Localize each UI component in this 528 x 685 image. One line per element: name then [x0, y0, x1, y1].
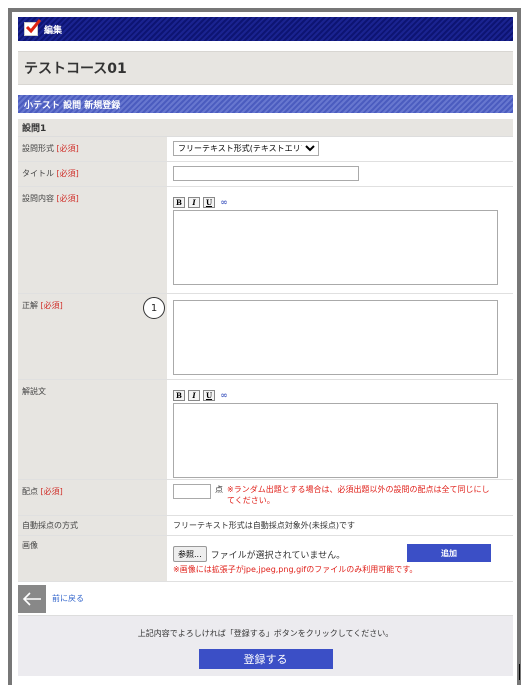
app-frame: 編集 テストコース01 小テスト 設問 新規登録 設問1 設問形式 [必須] フ…: [8, 8, 521, 685]
title-cell: [167, 162, 513, 186]
link-icon[interactable]: ∞: [218, 197, 230, 208]
italic-button[interactable]: I: [188, 197, 200, 208]
content-textarea[interactable]: [173, 210, 498, 285]
underline-button[interactable]: U: [203, 197, 215, 208]
row-content: 設問内容 [必須] B I U ∞: [18, 187, 513, 294]
explanation-editor-toolbar: B I U ∞: [173, 390, 507, 401]
row-auto-grade: 自動採点の方式 フリーテキスト形式は自動採点対象外(未採点)です: [18, 516, 513, 536]
image-note: ※画像には拡張子がjpe,jpeg,png,gifのファイルのみ利用可能です。: [173, 565, 418, 574]
answer-cell: [167, 294, 513, 379]
row-points: 配点 [必須] 点 ※ランダム出題とする場合は、必須出題以外の設問の配点は全て同…: [18, 480, 513, 516]
course-title: テストコース01: [18, 51, 513, 85]
footer: 上記内容でよろしければ「登録する」ボタンをクリックしてください。 登録する: [18, 616, 513, 676]
answer-label: 正解 [必須] 1: [18, 294, 167, 379]
browse-button[interactable]: 参照...: [173, 546, 207, 562]
checkbox-icon: [24, 19, 42, 36]
points-unit: 点: [215, 485, 223, 494]
content-editor-toolbar: B I U ∞: [173, 197, 507, 208]
question-type-cell: フリーテキスト形式(テキストエリア): [167, 137, 513, 161]
title-label: タイトル [必須]: [18, 162, 167, 186]
row-explanation: 解説文 B I U ∞: [18, 380, 513, 480]
explanation-cell: B I U ∞: [167, 380, 513, 479]
content-label: 設問内容 [必須]: [18, 187, 167, 293]
file-status: ファイルが選択されていません。: [210, 550, 346, 561]
content-area: 編集 テストコース01 小テスト 設問 新規登録 設問1 設問形式 [必須] フ…: [18, 14, 513, 685]
image-cell: 参照... ファイルが選択されていません。 ※画像には拡張子がjpe,jpeg,…: [167, 536, 513, 581]
answer-textarea[interactable]: [173, 300, 498, 375]
row-title: タイトル [必須]: [18, 162, 513, 187]
callout-marker: 1: [143, 297, 165, 319]
points-label: 配点 [必須]: [18, 480, 167, 515]
footer-message: 上記内容でよろしければ「登録する」ボタンをクリックしてください。: [137, 629, 394, 638]
underline-button[interactable]: U: [203, 390, 215, 401]
titlebar-label: 編集: [44, 25, 63, 36]
back-link[interactable]: 前に戻る: [52, 593, 84, 604]
edit-titlebar: 編集: [18, 17, 513, 41]
link-icon[interactable]: ∞: [218, 390, 230, 401]
row-question-type: 設問形式 [必須] フリーテキスト形式(テキストエリア): [18, 137, 513, 162]
points-cell: 点 ※ランダム出題とする場合は、必須出題以外の設問の配点は全て同じにしてください…: [167, 480, 513, 515]
submit-button[interactable]: 登録する: [198, 649, 333, 669]
auto-grade-value: フリーテキスト形式は自動採点対象外(未採点)です: [173, 521, 355, 530]
row-image: 画像 参照... ファイルが選択されていません。 ※画像には拡張子がjpe,jp…: [18, 536, 513, 582]
auto-grade-label: 自動採点の方式: [18, 516, 167, 535]
bold-button[interactable]: B: [173, 390, 185, 401]
explanation-label: 解説文: [18, 380, 167, 479]
points-note: ※ランダム出題とする場合は、必須出題以外の設問の配点は全て同じにしてください。: [227, 485, 490, 505]
title-input[interactable]: [173, 166, 359, 181]
content-cell: B I U ∞: [167, 187, 513, 293]
italic-button[interactable]: I: [188, 390, 200, 401]
points-input[interactable]: [173, 484, 211, 499]
back-arrow-icon[interactable]: [18, 584, 46, 613]
explanation-textarea[interactable]: [173, 403, 498, 478]
section-heading: 設問1: [18, 119, 513, 137]
text-cursor: [519, 664, 520, 680]
image-label: 画像: [18, 536, 167, 581]
add-image-button[interactable]: 追加: [407, 544, 491, 562]
question-type-select[interactable]: フリーテキスト形式(テキストエリア): [173, 141, 319, 156]
question-type-label: 設問形式 [必須]: [18, 137, 167, 161]
page-subtitle: 小テスト 設問 新規登録: [18, 95, 513, 113]
back-nav: 前に戻る: [18, 582, 513, 616]
bold-button[interactable]: B: [173, 197, 185, 208]
row-answer: 正解 [必須] 1: [18, 294, 513, 380]
